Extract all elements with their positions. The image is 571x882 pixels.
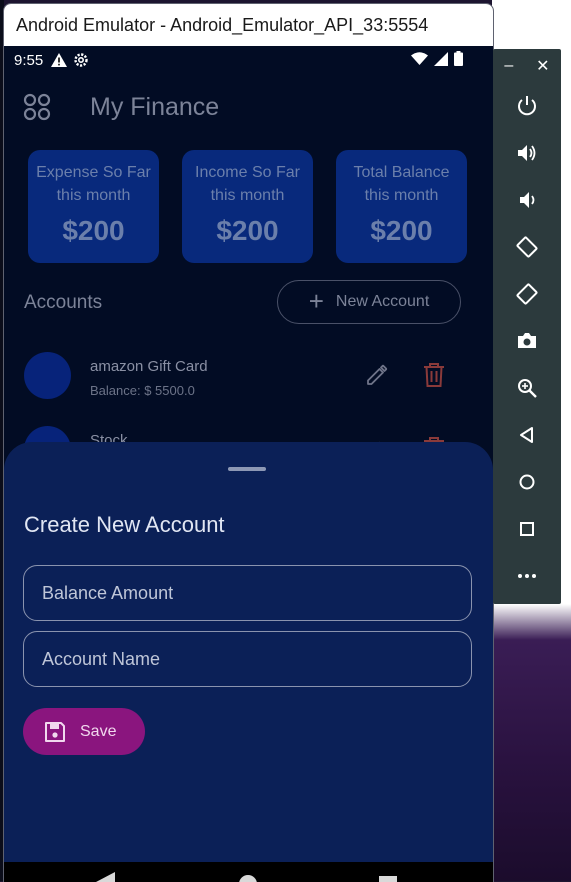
save-icon: [44, 721, 66, 743]
card-label: Income So Far this month: [195, 164, 300, 204]
window-title: Android Emulator - Android_Emulator_API_…: [16, 14, 429, 35]
device-screen: 9:55 My Finance Expense So Far this mont…: [4, 46, 493, 882]
card-label: Expense So Far this month: [36, 164, 151, 204]
status-time: 9:55: [14, 51, 44, 69]
card-value: $200: [216, 215, 279, 246]
battery-icon: [454, 51, 463, 66]
rotate-right-icon[interactable]: [515, 282, 539, 306]
close-button[interactable]: ✕: [536, 56, 549, 76]
minimize-button[interactable]: –: [504, 57, 513, 75]
emulator-toolbar: – ✕: [493, 49, 561, 604]
save-label: Save: [80, 722, 117, 740]
rotate-left-icon[interactable]: [515, 235, 539, 259]
edit-icon[interactable]: [365, 363, 389, 387]
signal-icon: [434, 51, 448, 66]
more-icon[interactable]: [515, 564, 539, 588]
accounts-title: Accounts: [24, 292, 103, 313]
income-card: Income So Far this month $200: [182, 150, 313, 263]
account-balance: Balance: $ 5500.0: [90, 383, 195, 398]
expense-card: Expense So Far this month $200: [28, 150, 159, 263]
plus-icon: +: [308, 285, 324, 316]
list-item[interactable]: amazon Gift Card Balance: $ 5500.0: [4, 352, 493, 412]
drag-handle[interactable]: [228, 467, 266, 471]
overview-icon[interactable]: [515, 517, 539, 541]
account-name: amazon Gift Card: [90, 358, 208, 375]
zoom-icon[interactable]: [515, 376, 539, 400]
create-account-sheet: Create New Account Save: [4, 442, 493, 862]
app-title: My Finance: [90, 92, 220, 121]
avatar: [24, 352, 71, 399]
new-account-label: New Account: [335, 293, 430, 310]
navigation-bar: [4, 862, 493, 882]
settings-icon: [73, 52, 89, 68]
accounts-header: Accounts + New Account: [4, 280, 493, 326]
app-bar: My Finance: [4, 82, 493, 132]
warning-icon: [51, 53, 68, 67]
emulator-window: Android Emulator - Android_Emulator_API_…: [3, 3, 494, 882]
delete-icon[interactable]: [422, 362, 446, 388]
wifi-icon: [411, 52, 428, 65]
account-name-input[interactable]: [23, 631, 472, 687]
power-icon[interactable]: [515, 94, 539, 118]
status-bar: 9:55: [4, 46, 493, 74]
save-button[interactable]: Save: [23, 708, 145, 755]
home-icon[interactable]: [515, 470, 539, 494]
volume-down-icon[interactable]: [515, 188, 539, 212]
card-value: $200: [370, 215, 433, 246]
card-label: Total Balance this month: [353, 164, 450, 204]
balance-card: Total Balance this month $200: [336, 150, 467, 263]
grid-menu-icon[interactable]: [22, 92, 52, 122]
back-icon[interactable]: [515, 423, 539, 447]
balance-amount-input[interactable]: [23, 565, 472, 621]
volume-up-icon[interactable]: [515, 141, 539, 165]
camera-icon[interactable]: [515, 329, 539, 353]
window-title-bar[interactable]: Android Emulator - Android_Emulator_API_…: [4, 4, 493, 46]
new-account-button[interactable]: + New Account: [277, 280, 461, 324]
sheet-title: Create New Account: [24, 512, 225, 537]
card-value: $200: [62, 215, 125, 246]
